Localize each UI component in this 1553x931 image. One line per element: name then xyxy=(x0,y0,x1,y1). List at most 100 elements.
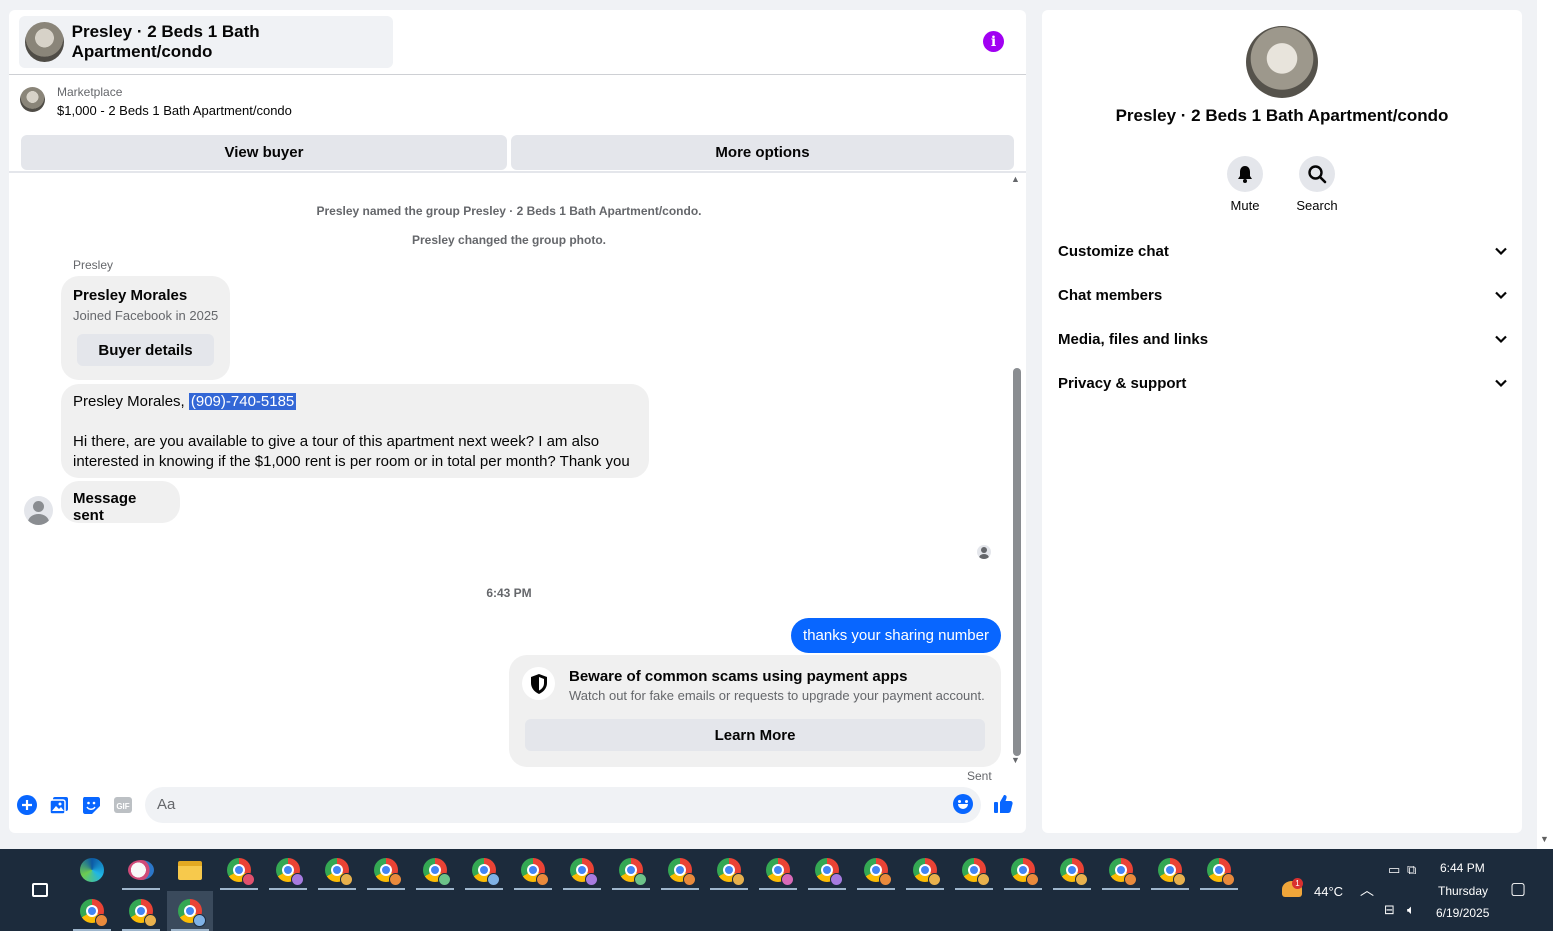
learn-more-button[interactable]: Learn More xyxy=(525,719,985,751)
screen-share-icon[interactable]: ⧉ xyxy=(1407,862,1416,878)
edge-icon[interactable] xyxy=(69,850,115,890)
thumbs-up-icon[interactable] xyxy=(993,794,1013,814)
message-list[interactable]: Presley named the group Presley · 2 Beds… xyxy=(9,173,1026,783)
notifications-icon[interactable]: ▢ xyxy=(1510,879,1526,899)
message-line: Hi there, are you available to give a to… xyxy=(73,433,600,450)
chat-header: Presley · 2 Beds 1 Bath Apartment/condo … xyxy=(9,10,1026,74)
search-icon[interactable] xyxy=(1299,156,1335,192)
chrome-icon[interactable] xyxy=(265,850,311,890)
clock-time[interactable]: 6:44 PM xyxy=(1440,861,1485,875)
buyer-profile-card: Presley Morales Joined Facebook in 2025 … xyxy=(61,276,230,380)
chrome-icon[interactable] xyxy=(804,850,850,890)
listing-title[interactable]: $1,000 - 2 Beds 1 Bath Apartment/condo xyxy=(57,103,292,118)
message-line: interested in knowing if the $1,000 rent… xyxy=(73,453,630,470)
chat-title-button[interactable]: Presley · 2 Beds 1 Bath Apartment/condo xyxy=(19,16,393,68)
outgoing-message[interactable]: thanks your sharing number xyxy=(791,618,1001,653)
chrome-icon[interactable] xyxy=(461,850,507,890)
chrome-icon[interactable] xyxy=(314,850,360,890)
chrome-icon[interactable] xyxy=(853,850,899,890)
mute-action[interactable]: Mute xyxy=(1215,156,1275,213)
scroll-up-arrow-icon[interactable]: ▲ xyxy=(1011,174,1020,184)
listing-thumbnail xyxy=(20,87,45,112)
chevron-down-icon xyxy=(1495,335,1507,344)
scroll-down-arrow-icon[interactable]: ▼ xyxy=(1011,755,1020,765)
group-avatar xyxy=(25,22,64,62)
section-label: Privacy & support xyxy=(1058,374,1187,392)
chevron-down-icon xyxy=(1495,291,1507,300)
chrome-icon[interactable] xyxy=(657,850,703,890)
bell-icon[interactable] xyxy=(1227,156,1263,192)
section-label: Media, files and links xyxy=(1058,330,1209,348)
buyer-avatar[interactable] xyxy=(24,496,53,525)
scrollbar-thumb[interactable] xyxy=(1013,368,1021,756)
chrome-icon[interactable] xyxy=(706,850,752,890)
chrome-icon[interactable] xyxy=(1098,850,1144,890)
section-label: Chat members xyxy=(1058,286,1163,304)
chrome-icon[interactable] xyxy=(1147,850,1193,890)
photo-icon[interactable] xyxy=(49,795,69,815)
search-label: Search xyxy=(1296,198,1338,213)
chrome-icon[interactable] xyxy=(755,850,801,890)
chrome-icon[interactable] xyxy=(902,850,948,890)
gif-icon[interactable]: GIF xyxy=(113,795,133,815)
marketplace-label: Marketplace xyxy=(57,85,123,99)
phone-number[interactable]: (909)-740-5185 xyxy=(188,393,297,410)
conversation-details-panel: Presley · 2 Beds 1 Bath Apartment/condo … xyxy=(1042,10,1522,833)
search-action[interactable]: Search xyxy=(1287,156,1347,213)
emoji-icon[interactable] xyxy=(953,794,973,814)
buyer-name: Presley Morales xyxy=(73,287,188,304)
buyer-details-button[interactable]: Buyer details xyxy=(77,334,214,366)
scroll-down-arrow-icon[interactable]: ▼ xyxy=(1540,834,1549,844)
chevron-up-icon[interactable]: ︿ xyxy=(1360,880,1374,900)
chrome-icon[interactable] xyxy=(412,850,458,890)
network-icon[interactable]: ⊟ xyxy=(1384,902,1395,918)
shield-icon xyxy=(522,667,555,700)
gif-label: GIF xyxy=(116,802,129,811)
meet-now-icon[interactable]: ▭ xyxy=(1388,862,1400,878)
mute-label: Mute xyxy=(1230,198,1260,213)
info-icon[interactable]: i xyxy=(983,31,1004,52)
sender-name: Presley xyxy=(73,258,114,272)
chrome-icon[interactable] xyxy=(559,850,605,890)
page-scrollbar[interactable]: ▼ xyxy=(1537,0,1553,849)
chrome-icon[interactable] xyxy=(69,891,115,931)
scam-warning-card: Beware of common scams using payment app… xyxy=(509,655,1001,767)
volume-icon[interactable]: 🔈︎ xyxy=(1407,902,1415,918)
chrome-icon[interactable] xyxy=(510,850,556,890)
chrome-icon[interactable] xyxy=(1196,850,1242,890)
customize-chat-row[interactable]: Customize chat xyxy=(1058,236,1508,266)
message-sent-badge: Message sent xyxy=(61,481,180,524)
chat-members-row[interactable]: Chat members xyxy=(1058,280,1508,310)
media-files-links-row[interactable]: Media, files and links xyxy=(1058,324,1508,354)
chrome-icon[interactable] xyxy=(1049,850,1095,890)
clock-day[interactable]: Thursday xyxy=(1438,884,1488,898)
warning-body: Watch out for fake emails or requests to… xyxy=(569,688,985,703)
composer: GIF Aa xyxy=(9,785,1026,825)
chrome-icon[interactable] xyxy=(216,850,262,890)
plus-icon[interactable] xyxy=(17,795,37,815)
temperature[interactable]: 44°C xyxy=(1314,884,1343,899)
more-options-button[interactable]: More options xyxy=(511,135,1014,170)
view-buyer-button[interactable]: View buyer xyxy=(21,135,507,170)
snipping-tool-icon[interactable] xyxy=(118,850,164,890)
privacy-support-row[interactable]: Privacy & support xyxy=(1058,368,1508,398)
group-photo[interactable] xyxy=(1246,26,1318,98)
time-separator: 6:43 PM xyxy=(486,586,532,600)
chrome-icon[interactable] xyxy=(608,850,654,890)
incoming-message[interactable]: Presley Morales, (909)-740-5185 Hi there… xyxy=(61,384,649,478)
chrome-icon[interactable] xyxy=(363,850,409,890)
chrome-icon[interactable] xyxy=(167,891,213,931)
chrome-icon[interactable] xyxy=(1000,850,1046,890)
details-title: Presley · 2 Beds 1 Bath Apartment/condo xyxy=(1115,106,1449,125)
chrome-icon[interactable] xyxy=(118,891,164,931)
task-view-icon[interactable] xyxy=(17,870,63,910)
file-explorer-icon[interactable] xyxy=(167,850,213,890)
sent-status: Sent xyxy=(967,769,992,783)
weather-badge: 1 xyxy=(1292,878,1303,889)
clock-date[interactable]: 6/19/2025 xyxy=(1436,906,1489,920)
system-message: Presley changed the group photo. xyxy=(411,233,607,247)
message-input[interactable]: Aa xyxy=(145,787,981,823)
sticker-icon[interactable] xyxy=(81,795,101,815)
chrome-icon[interactable] xyxy=(951,850,997,890)
system-message: Presley named the group Presley · 2 Beds… xyxy=(316,204,702,218)
